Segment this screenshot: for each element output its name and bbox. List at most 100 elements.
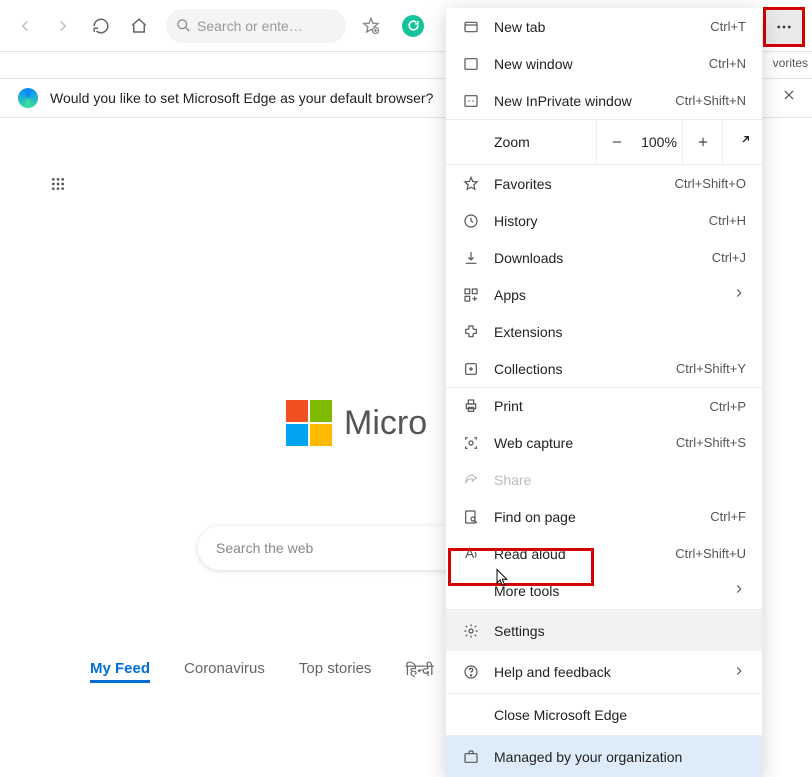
- menu-item-label: More tools: [494, 583, 718, 599]
- collections-icon: [462, 361, 480, 377]
- menu-item-label: Extensions: [494, 324, 746, 340]
- zoom-out-button[interactable]: [596, 119, 636, 165]
- tab-my-feed[interactable]: My Feed: [90, 660, 150, 683]
- menu-item-new-tab[interactable]: New tab Ctrl+T: [446, 8, 762, 45]
- home-button[interactable]: [122, 9, 156, 43]
- search-icon: [176, 18, 191, 33]
- close-prompt-button[interactable]: [782, 88, 796, 105]
- menu-item-label: Collections: [494, 361, 662, 377]
- back-button[interactable]: [8, 9, 42, 43]
- menu-item-label: History: [494, 213, 695, 229]
- window-icon: [462, 56, 480, 72]
- menu-item-label: Print: [494, 398, 696, 414]
- menu-item-new-window[interactable]: New window Ctrl+N: [446, 45, 762, 82]
- favorites-label-fragment: vorites: [773, 56, 808, 70]
- menu-item-label: Help and feedback: [494, 664, 718, 680]
- history-icon: [462, 213, 480, 229]
- chevron-right-icon: [732, 582, 746, 599]
- ext-icon: [462, 324, 480, 340]
- gear-icon: [462, 623, 480, 639]
- zoom-label: Zoom: [446, 134, 596, 150]
- download-icon: [462, 250, 480, 266]
- default-browser-message: Would you like to set Microsoft Edge as …: [50, 90, 433, 106]
- menu-item-hotkey: Ctrl+P: [710, 399, 746, 414]
- menu-item-favorites[interactable]: Favorites Ctrl+Shift+O: [446, 165, 762, 202]
- menu-item-label: Apps: [494, 287, 718, 303]
- chevron-right-icon: [732, 664, 746, 681]
- read-icon: [462, 546, 480, 562]
- menu-item-hotkey: Ctrl+J: [712, 250, 746, 265]
- menu-item-help-and-feedback[interactable]: Help and feedback: [446, 651, 762, 693]
- menu-item-find-on-page[interactable]: Find on page Ctrl+F: [446, 498, 762, 535]
- favorites-star-button[interactable]: [354, 9, 388, 43]
- menu-item-downloads[interactable]: Downloads Ctrl+J: [446, 239, 762, 276]
- menu-item-print[interactable]: Print Ctrl+P: [446, 387, 762, 424]
- menu-item-label: New window: [494, 56, 695, 72]
- menu-item-read-aloud[interactable]: Read aloud Ctrl+Shift+U: [446, 535, 762, 572]
- browser-menu: New tab Ctrl+T New window Ctrl+N New InPriva…: [446, 8, 762, 777]
- apps-icon: [462, 287, 480, 303]
- menu-item-hotkey: Ctrl+H: [709, 213, 746, 228]
- fullscreen-button[interactable]: [722, 119, 762, 165]
- menu-item-hotkey: Ctrl+Shift+Y: [676, 361, 746, 376]
- inprivate-icon: [462, 93, 480, 109]
- help-icon: [462, 664, 480, 680]
- tab-hindi[interactable]: हिन्दी: [405, 660, 433, 683]
- menu-item-hotkey: Ctrl+Shift+S: [676, 435, 746, 450]
- menu-item-label: Downloads: [494, 250, 698, 266]
- menu-item-hotkey: Ctrl+N: [709, 56, 746, 71]
- newtab-icon: [462, 19, 480, 35]
- forward-button[interactable]: [46, 9, 80, 43]
- menu-item-close-microsoft-edge[interactable]: Close Microsoft Edge: [446, 693, 762, 735]
- star-icon: [462, 176, 480, 192]
- menu-item-collections[interactable]: Collections Ctrl+Shift+Y: [446, 350, 762, 387]
- address-bar[interactable]: Search or ente…: [166, 9, 346, 43]
- tab-top-stories[interactable]: Top stories: [299, 660, 372, 683]
- grammarly-extension-icon[interactable]: [402, 15, 424, 37]
- feed-tabs: My Feed Coronavirus Top stories हिन्दी: [90, 660, 434, 683]
- page-logo: Micro: [286, 400, 427, 446]
- menu-item-new-inprivate-window[interactable]: New InPrivate window Ctrl+Shift+N: [446, 82, 762, 119]
- menu-item-managed-by-your-organization[interactable]: Managed by your organization: [446, 735, 762, 777]
- menu-item-more-tools[interactable]: More tools: [446, 572, 762, 609]
- menu-item-hotkey: Ctrl+Shift+N: [675, 93, 746, 108]
- zoom-value: 100%: [636, 134, 682, 150]
- address-placeholder: Search or ente…: [197, 18, 303, 34]
- menu-item-hotkey: Ctrl+F: [710, 509, 746, 524]
- menu-item-label: Favorites: [494, 176, 660, 192]
- menu-item-share: Share: [446, 461, 762, 498]
- menu-item-label: Managed by your organization: [494, 749, 746, 765]
- menu-item-label: Close Microsoft Edge: [494, 707, 746, 723]
- menu-item-history[interactable]: History Ctrl+H: [446, 202, 762, 239]
- menu-item-apps[interactable]: Apps: [446, 276, 762, 313]
- menu-item-label: New tab: [494, 19, 696, 35]
- menu-item-hotkey: Ctrl+Shift+O: [674, 176, 746, 191]
- more-menu-button[interactable]: [764, 8, 804, 46]
- menu-item-label: New InPrivate window: [494, 93, 661, 109]
- menu-item-hotkey: Ctrl+T: [710, 19, 746, 34]
- web-search-placeholder: Search the web: [216, 540, 313, 556]
- chevron-right-icon: [732, 286, 746, 303]
- zoom-in-button[interactable]: [682, 119, 722, 165]
- print-icon: [462, 398, 480, 414]
- menu-item-extensions[interactable]: Extensions: [446, 313, 762, 350]
- tab-coronavirus[interactable]: Coronavirus: [184, 660, 265, 683]
- menu-item-settings[interactable]: Settings: [446, 609, 762, 651]
- app-launcher-icon[interactable]: [50, 176, 66, 192]
- capture-icon: [462, 435, 480, 451]
- menu-zoom-row: Zoom 100%: [446, 119, 762, 165]
- menu-item-label: Read aloud: [494, 546, 661, 562]
- briefcase-icon: [462, 749, 480, 765]
- edge-icon: [18, 88, 38, 108]
- menu-item-label: Web capture: [494, 435, 662, 451]
- microsoft-logo-icon: [286, 400, 332, 446]
- menu-item-label: Settings: [494, 623, 746, 639]
- logo-text: Micro: [344, 404, 427, 443]
- share-icon: [462, 472, 480, 488]
- menu-item-label: Share: [494, 472, 746, 488]
- menu-item-hotkey: Ctrl+Shift+U: [675, 546, 746, 561]
- find-icon: [462, 509, 480, 525]
- refresh-button[interactable]: [84, 9, 118, 43]
- menu-item-label: Find on page: [494, 509, 696, 525]
- menu-item-web-capture[interactable]: Web capture Ctrl+Shift+S: [446, 424, 762, 461]
